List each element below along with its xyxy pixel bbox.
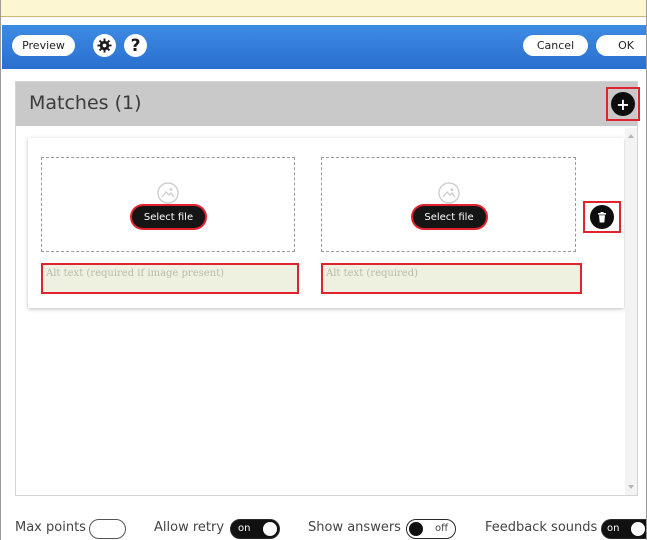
settings-button[interactable] [93, 34, 116, 57]
toggle-knob [263, 522, 277, 536]
options-footer: Max points Allow retry on Show answers o… [2, 516, 646, 540]
max-points-label: Max points [15, 520, 86, 535]
scroll-up-icon[interactable] [628, 134, 634, 138]
image-icon [437, 182, 460, 204]
feedback-sounds-state: on [607, 523, 620, 534]
allow-retry-state: on [238, 523, 251, 534]
help-button[interactable]: ? [124, 34, 147, 57]
notice-strip [1, 0, 646, 17]
add-match-button[interactable]: + [606, 87, 640, 121]
show-answers-state: off [434, 523, 448, 534]
show-answers-label: Show answers [308, 520, 401, 535]
select-file-button[interactable]: Select file [132, 206, 205, 228]
plus-icon: + [611, 92, 635, 116]
panel-title: Matches (1) [29, 92, 142, 114]
alt-text-input-left[interactable]: Alt text (required if image present) [41, 263, 299, 294]
show-answers-toggle[interactable]: off [406, 519, 456, 539]
trash-icon [590, 205, 614, 229]
toggle-knob [409, 522, 423, 536]
image-drop-left[interactable]: Select file [41, 157, 295, 252]
match-card: Select file Select file Alt text (requir… [28, 138, 624, 308]
select-file-button[interactable]: Select file [412, 206, 486, 228]
panel-scrollbar[interactable] [625, 128, 637, 495]
alt-text-input-right[interactable]: Alt text (required) [321, 263, 582, 294]
allow-retry-label: Allow retry [154, 520, 225, 535]
preview-button[interactable]: Preview [12, 35, 75, 56]
max-points-input[interactable] [89, 519, 126, 539]
panel-header: Matches (1) + [16, 82, 640, 126]
matches-panel: Matches (1) + Select file Select file Al… [15, 81, 640, 496]
ok-button[interactable]: OK [596, 35, 646, 56]
delete-match-button[interactable] [583, 201, 621, 233]
feedback-sounds-toggle[interactable]: on [601, 519, 646, 539]
image-icon [157, 182, 179, 204]
toggle-knob [631, 522, 645, 536]
gear-icon [97, 38, 112, 53]
cancel-button[interactable]: Cancel [523, 35, 588, 56]
image-drop-right[interactable]: Select file [321, 157, 576, 252]
allow-retry-toggle[interactable]: on [230, 519, 280, 539]
editor-frame: Preview ? Cancel OK Matches (1) + Select… [0, 0, 647, 540]
scroll-down-icon[interactable] [628, 485, 634, 489]
toolbar: Preview ? Cancel OK [2, 25, 646, 69]
feedback-sounds-label: Feedback sounds [485, 520, 598, 535]
